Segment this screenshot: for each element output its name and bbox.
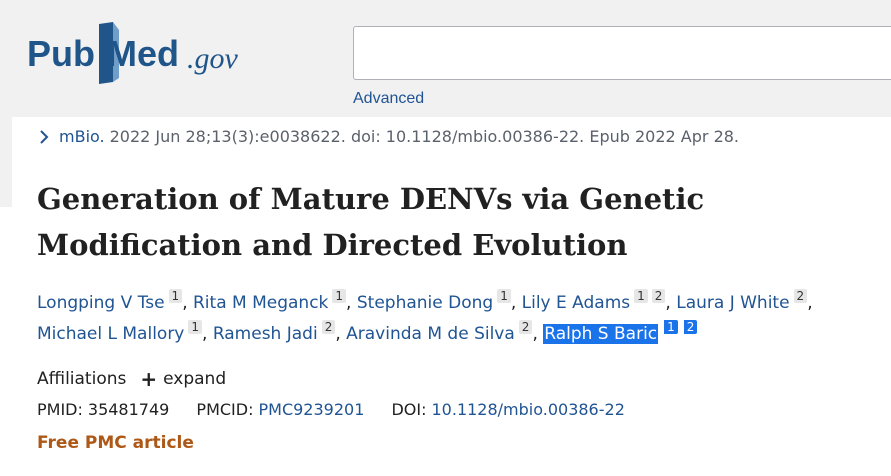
doi-link[interactable]: 10.1128/mbio.00386-22 xyxy=(432,400,625,419)
author: Laura J White 2 xyxy=(676,289,808,313)
affiliation-ref[interactable]: 1 xyxy=(332,289,347,303)
author: Rita M Meganck 1 xyxy=(193,289,347,313)
affiliations: Affiliations + expand xyxy=(37,367,226,391)
author: Longping V Tse 1 xyxy=(37,289,183,313)
author-separator: , xyxy=(202,324,213,344)
citation-line: mBio. 2022 Jun 28;13(3):e0038622. doi: 1… xyxy=(37,127,739,146)
affiliation-ref[interactable]: 1 xyxy=(497,289,511,303)
doi-label: DOI: xyxy=(391,400,427,419)
pmcid-link[interactable]: PMC9239201 xyxy=(258,400,364,419)
journal-link[interactable]: mBio. xyxy=(59,127,105,146)
author-list: Longping V Tse 1, Rita M Meganck 1, Stepha… xyxy=(37,288,877,350)
author: Ralph S Baric 1 2 xyxy=(543,320,698,344)
affiliation-ref[interactable]: 1 xyxy=(188,320,203,334)
plus-icon: + xyxy=(140,367,158,391)
author: Ramesh Jadi 2 xyxy=(213,320,336,344)
author: Lily E Adams 1 2 xyxy=(522,289,666,313)
pmid-label: PMID: xyxy=(37,400,83,419)
author: Stephanie Dong 1 xyxy=(357,289,511,313)
author: Michael L Mallory 1 xyxy=(37,320,203,344)
affiliation-ref[interactable]: 2 xyxy=(793,289,808,303)
author-separator: , xyxy=(510,293,522,313)
left-rule xyxy=(0,117,12,207)
pmid-value: 35481749 xyxy=(87,400,170,419)
affiliation-ref[interactable]: 1 xyxy=(168,289,183,303)
chevron-right-icon[interactable] xyxy=(37,129,51,144)
affiliations-label: Affiliations xyxy=(37,369,127,389)
author-name-link[interactable]: Laura J White xyxy=(676,293,789,313)
author-name-link[interactable]: Longping V Tse xyxy=(37,293,165,313)
author-separator: , xyxy=(335,324,347,344)
logo-med: Med xyxy=(107,33,179,74)
author-separator: , xyxy=(665,293,677,313)
affiliation-ref[interactable]: 2 xyxy=(518,320,533,334)
affiliation-ref[interactable]: 1 xyxy=(634,289,648,303)
author-name-link[interactable]: Lily E Adams xyxy=(522,293,630,313)
affiliation-ref[interactable]: 2 xyxy=(321,320,336,334)
author-name-link[interactable]: Stephanie Dong xyxy=(357,293,493,313)
affiliation-ref[interactable]: 2 xyxy=(651,289,666,303)
author-name-link[interactable]: Rita M Meganck xyxy=(193,293,328,313)
author-name-link[interactable]: Michael L Mallory xyxy=(37,324,184,344)
author-separator: , xyxy=(182,293,193,313)
pubmed-logo[interactable]: Pub Med .gov xyxy=(27,22,267,86)
affiliation-ref[interactable]: 1 xyxy=(662,320,678,334)
advanced-search-link[interactable]: Advanced xyxy=(353,90,424,108)
author-separator: , xyxy=(807,293,813,313)
expand-label: expand xyxy=(163,369,227,389)
author: Aravinda M de Silva 2 xyxy=(346,320,533,344)
citation-text: 2022 Jun 28;13(3):e0038622. doi: 10.1128… xyxy=(109,127,740,146)
author-separator: , xyxy=(346,293,357,313)
free-pmc-article-badge[interactable]: Free PMC article xyxy=(37,433,194,453)
author-name-link[interactable]: Aravinda M de Silva xyxy=(346,324,515,344)
logo-gov: .gov xyxy=(187,42,239,75)
logo-pub: Pub xyxy=(27,33,95,74)
author-name-link[interactable]: Ramesh Jadi xyxy=(213,324,318,344)
expand-affiliations-button[interactable]: + expand xyxy=(140,367,226,391)
affiliation-ref[interactable]: 2 xyxy=(681,320,698,334)
author-name-link[interactable]: Ralph S Baric xyxy=(543,324,659,344)
author-separator: , xyxy=(532,324,544,344)
pmcid-label: PMCID: xyxy=(196,400,254,419)
article-title: Generation of Mature DENVs via Genetic M… xyxy=(37,182,705,262)
identifiers: PMID: 35481749 PMCID: PMC9239201 DOI: 10.11… xyxy=(37,400,625,419)
search-input[interactable] xyxy=(353,26,891,80)
